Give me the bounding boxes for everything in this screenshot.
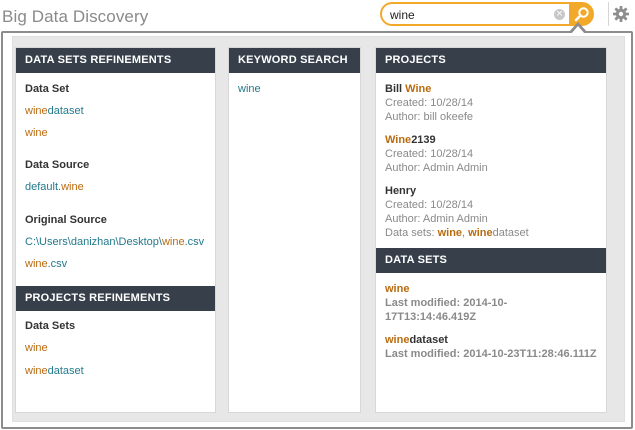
- refinement-link-wine-dataset[interactable]: winedataset: [25, 104, 206, 118]
- highlight: wine: [25, 258, 48, 270]
- highlight: wine: [25, 342, 48, 354]
- project-author: Author: bill okeefe: [385, 111, 474, 123]
- dataset-link-highlight[interactable]: wine: [468, 227, 492, 239]
- data-set-title: Data Set: [25, 83, 70, 95]
- name-rest: Henry: [385, 185, 417, 197]
- project-item[interactable]: Bill Wine Created: 10/28/14 Author: bill…: [385, 82, 597, 124]
- dataset-link-rest[interactable]: dataset: [493, 227, 529, 239]
- keyword-search-header: KEYWORD SEARCH: [229, 48, 360, 73]
- highlight: wine: [385, 283, 410, 295]
- project-created: Created: 10/28/14: [385, 97, 474, 109]
- dataset-modified: Last modified: 2014-10-17T13:14:46.419Z: [385, 297, 508, 323]
- keyword-search-column: KEYWORD SEARCH wine: [228, 47, 361, 413]
- dataset-item[interactable]: winedataset Last modified: 2014-10-23T11…: [385, 333, 597, 361]
- dataset-link[interactable]: wine: [438, 227, 462, 239]
- project-author: Author: Admin Admin: [385, 162, 488, 174]
- header-divider: [608, 2, 609, 26]
- refinement-link-wine-csv[interactable]: wine.csv: [25, 257, 206, 271]
- highlight: wine: [25, 127, 48, 139]
- name-prefix: Bill: [385, 83, 406, 95]
- link-rest: .csv: [184, 236, 205, 248]
- project-datasets: Data sets: wine, winedataset: [385, 226, 597, 240]
- project-created: Created: 10/28/14: [385, 199, 474, 211]
- link-rest: dataset: [47, 365, 84, 377]
- highlight: wine: [25, 105, 48, 117]
- search-field[interactable]: ×: [380, 2, 570, 26]
- dataset-modified: Last modified: 2014-10-23T11:28:46.111Z: [385, 348, 597, 360]
- refinement-link-default-wine[interactable]: default.wine: [25, 180, 206, 194]
- search-bar: ×: [380, 2, 594, 26]
- link-rest: .csv: [47, 258, 68, 270]
- highlight: wine: [61, 181, 84, 193]
- project-refinement-link-wine[interactable]: wine: [25, 341, 206, 355]
- dataset-refinements-header: DATA SETS REFINEMENTS: [16, 48, 215, 73]
- project-name[interactable]: Wine2139: [385, 133, 597, 147]
- projects-column: PROJECTS Bill Wine Created: 10/28/14 Aut…: [375, 47, 607, 413]
- link-rest: dataset: [47, 105, 84, 117]
- gear-icon[interactable]: [612, 5, 630, 23]
- keyword-link[interactable]: wine: [238, 82, 351, 96]
- data-sets-title: Data Sets: [25, 320, 76, 332]
- datasets-label: Data sets:: [385, 227, 438, 239]
- project-name[interactable]: Bill Wine: [385, 82, 597, 96]
- projects-refinements-header: PROJECTS REFINEMENTS: [16, 286, 215, 311]
- original-source-title: Original Source: [25, 214, 107, 226]
- dataset-name[interactable]: winedataset: [385, 333, 597, 347]
- project-refinement-link-wine-dataset[interactable]: winedataset: [25, 364, 206, 378]
- highlight: Wine: [405, 83, 432, 95]
- name-rest: dataset: [409, 334, 448, 346]
- project-item[interactable]: Henry Created: 10/28/14 Author: Admin Ad…: [385, 184, 597, 240]
- link-prefix: default.: [25, 181, 62, 193]
- highlight: wine: [385, 334, 410, 346]
- dataset-name[interactable]: wine: [385, 282, 597, 296]
- data-sets-header: DATA SETS: [376, 248, 606, 273]
- highlight: wine: [25, 365, 48, 377]
- search-input[interactable]: [390, 7, 550, 23]
- highlight: wine: [161, 236, 185, 248]
- name-rest: 2139: [411, 134, 436, 146]
- projects-header: PROJECTS: [376, 48, 606, 73]
- project-author: Author: Admin Admin: [385, 213, 488, 225]
- search-icon: [574, 7, 589, 22]
- link-prefix: C:\Users\danizhan\Desktop\: [25, 236, 162, 248]
- dataset-item[interactable]: wine Last modified: 2014-10-17T13:14:46.…: [385, 282, 597, 324]
- refinement-link-wine[interactable]: wine: [25, 126, 206, 140]
- app-title: Big Data Discovery: [2, 7, 149, 26]
- highlight: Wine: [385, 134, 412, 146]
- project-name[interactable]: Henry: [385, 184, 597, 198]
- refinements-column: DATA SETS REFINEMENTS Data Set winedatas…: [15, 47, 216, 413]
- data-source-title: Data Source: [25, 159, 90, 171]
- clear-icon[interactable]: ×: [554, 9, 565, 20]
- project-created: Created: 10/28/14: [385, 148, 474, 160]
- refinement-link-source-path[interactable]: C:\Users\danizhan\Desktop\wine.csv: [25, 235, 206, 249]
- project-item[interactable]: Wine2139 Created: 10/28/14 Author: Admin…: [385, 133, 597, 175]
